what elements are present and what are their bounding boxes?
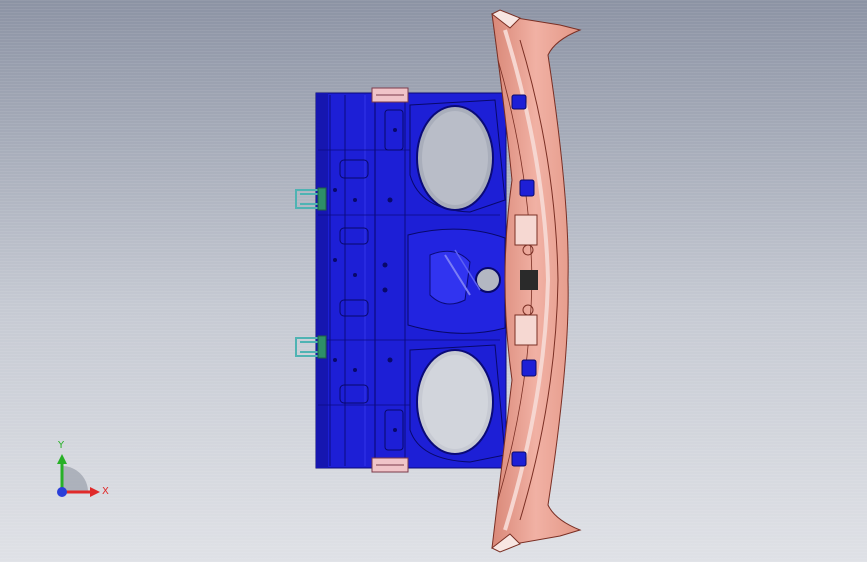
- axis-triad: Y X: [48, 440, 118, 510]
- cad-model[interactable]: [0, 0, 867, 562]
- left-bracket-bottom[interactable]: [371, 457, 409, 473]
- wheel-arch-upper[interactable]: [409, 99, 506, 213]
- graphics-viewport[interactable]: Y X: [0, 0, 867, 562]
- left-bracket-top[interactable]: [371, 87, 409, 103]
- clip-lower[interactable]: [295, 335, 327, 359]
- center-tunnel[interactable]: [407, 228, 506, 334]
- rear-crossmember[interactable]: [491, 9, 582, 553]
- x-axis-label: X: [102, 486, 109, 497]
- y-axis-label: Y: [58, 440, 65, 451]
- clip-upper[interactable]: [295, 187, 327, 211]
- wheel-arch-lower[interactable]: [409, 344, 506, 463]
